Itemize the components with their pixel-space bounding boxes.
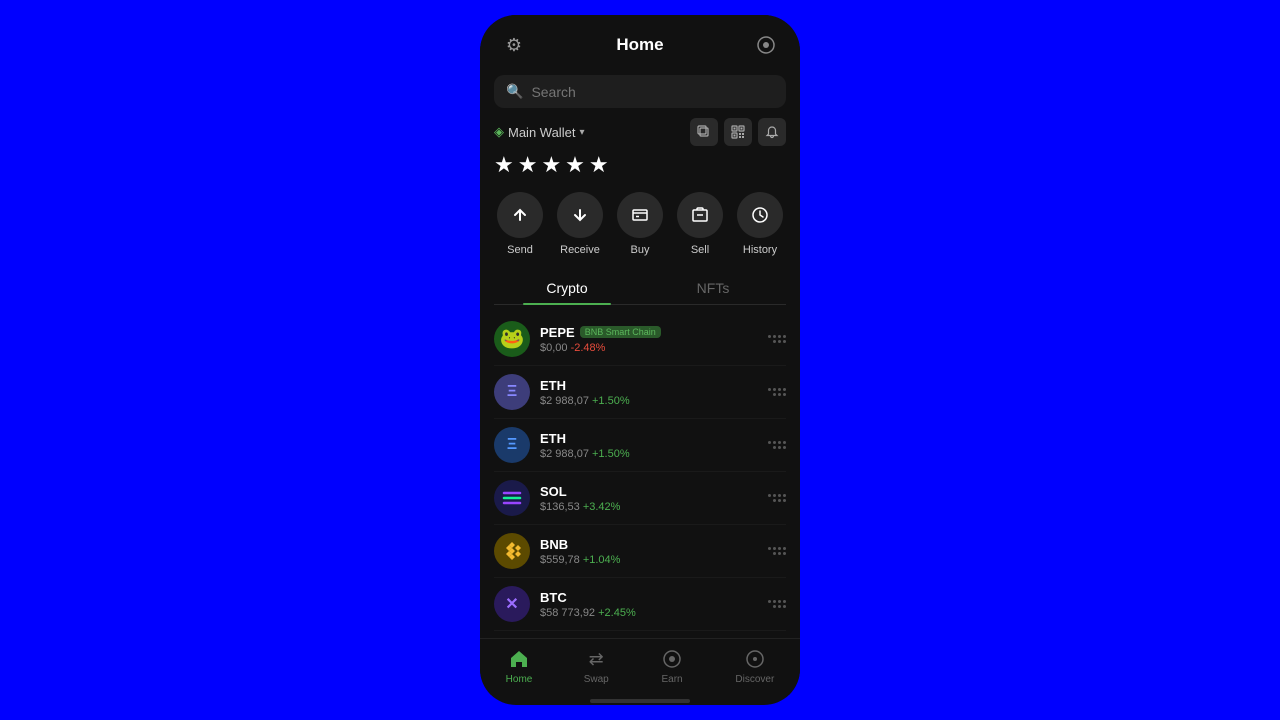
token-price-pepe: $0,00 -2.48% <box>540 342 758 354</box>
home-icon <box>507 647 531 671</box>
home-label: Home <box>506 674 533 685</box>
token-name-bnb: BNB <box>540 537 568 552</box>
token-info-pepe: PEPE BNB Smart Chain $0,00 -2.48% <box>540 325 758 354</box>
token-info-sol: SOL $136,53 +3.42% <box>540 484 758 513</box>
history-button[interactable]: History <box>737 192 783 256</box>
receive-button[interactable]: Receive <box>557 192 603 256</box>
wallet-icon: ◈ <box>494 124 504 140</box>
link-icon[interactable] <box>752 31 780 59</box>
receive-icon <box>557 192 603 238</box>
token-price-sol: $136,53 +3.42% <box>540 501 758 513</box>
earn-icon <box>660 647 684 671</box>
token-name-btc1: BTC <box>540 590 567 605</box>
nav-swap[interactable]: ⇄ Swap <box>584 647 609 685</box>
send-icon <box>497 192 543 238</box>
token-badge-pepe: BNB Smart Chain <box>580 326 661 338</box>
swap-icon: ⇄ <box>584 647 608 671</box>
token-logo-pepe: 🐸 <box>494 321 530 357</box>
bell-button[interactable] <box>758 118 786 146</box>
nav-earn[interactable]: Earn <box>660 647 684 685</box>
phone-app: ⚙ Home 🔍 ◈ Main Wallet ▾ <box>480 15 800 705</box>
earn-label: Earn <box>662 674 683 685</box>
page-title: Home <box>616 35 663 55</box>
token-logo-btc1: ✕ <box>494 586 530 622</box>
wallet-name[interactable]: ◈ Main Wallet ▾ <box>494 124 584 140</box>
search-input[interactable] <box>531 84 774 100</box>
token-menu-pepe[interactable] <box>768 335 786 343</box>
token-menu-eth1[interactable] <box>768 388 786 396</box>
token-name-eth1: ETH <box>540 378 566 393</box>
token-menu-bnb[interactable] <box>768 547 786 555</box>
sell-icon <box>677 192 723 238</box>
token-item-eth1[interactable]: Ξ ETH $2 988,07 +1.50% <box>494 366 786 419</box>
nav-home[interactable]: Home <box>506 647 533 685</box>
wallet-action-icons <box>690 118 786 146</box>
header: ⚙ Home <box>480 15 800 69</box>
search-icon: 🔍 <box>506 83 523 100</box>
wallet-row: ◈ Main Wallet ▾ <box>480 118 800 152</box>
token-list: 🐸 PEPE BNB Smart Chain $0,00 -2.48% Ξ <box>480 313 800 638</box>
token-price-bnb: $559,78 +1.04% <box>540 554 758 566</box>
bottom-navigation: Home ⇄ Swap Earn Discover <box>480 638 800 695</box>
token-logo-bnb <box>494 533 530 569</box>
asset-tabs: Crypto NFTs <box>494 272 786 305</box>
send-button[interactable]: Send <box>497 192 543 256</box>
token-info-btc1: BTC $58 773,92 +2.45% <box>540 590 758 619</box>
token-item-eth2[interactable]: Ξ ETH $2 988,07 +1.50% <box>494 419 786 472</box>
token-menu-sol[interactable] <box>768 494 786 502</box>
buy-button[interactable]: Buy <box>617 192 663 256</box>
token-item-bnb[interactable]: BNB $559,78 +1.04% <box>494 525 786 578</box>
balance-display: ★★★★★ <box>480 152 800 192</box>
token-item-pepe[interactable]: 🐸 PEPE BNB Smart Chain $0,00 -2.48% <box>494 313 786 366</box>
history-icon <box>737 192 783 238</box>
token-item-sol[interactable]: SOL $136,53 +3.42% <box>494 472 786 525</box>
home-indicator <box>590 699 690 703</box>
qr-button[interactable] <box>724 118 752 146</box>
chevron-down-icon: ▾ <box>579 127 584 138</box>
token-logo-eth2: Ξ <box>494 427 530 463</box>
token-name-pepe: PEPE <box>540 325 575 340</box>
token-menu-eth2[interactable] <box>768 441 786 449</box>
token-price-eth2: $2 988,07 +1.50% <box>540 448 758 460</box>
buy-icon <box>617 192 663 238</box>
token-price-eth1: $2 988,07 +1.50% <box>540 395 758 407</box>
token-info-eth2: ETH $2 988,07 +1.50% <box>540 431 758 460</box>
token-price-btc1: $58 773,92 +2.45% <box>540 607 758 619</box>
token-logo-sol <box>494 480 530 516</box>
copy-button[interactable] <box>690 118 718 146</box>
send-label: Send <box>507 244 533 256</box>
token-info-bnb: BNB $559,78 +1.04% <box>540 537 758 566</box>
settings-icon[interactable]: ⚙ <box>500 31 528 59</box>
token-info-eth1: ETH $2 988,07 +1.50% <box>540 378 758 407</box>
sell-label: Sell <box>691 244 709 256</box>
nav-discover[interactable]: Discover <box>735 647 774 685</box>
action-buttons: Send Receive Buy <box>480 192 800 272</box>
token-item-btc1[interactable]: ✕ BTC $58 773,92 +2.45% <box>494 578 786 631</box>
token-menu-btc1[interactable] <box>768 600 786 608</box>
history-label: History <box>743 244 777 256</box>
discover-label: Discover <box>735 674 774 685</box>
swap-label: Swap <box>584 674 609 685</box>
token-name-sol: SOL <box>540 484 567 499</box>
receive-label: Receive <box>560 244 600 256</box>
sell-button[interactable]: Sell <box>677 192 723 256</box>
buy-label: Buy <box>631 244 650 256</box>
tab-crypto[interactable]: Crypto <box>494 272 640 304</box>
token-name-eth2: ETH <box>540 431 566 446</box>
tab-nfts[interactable]: NFTs <box>640 272 786 304</box>
search-bar[interactable]: 🔍 <box>494 75 786 108</box>
discover-icon <box>743 647 767 671</box>
token-logo-eth1: Ξ <box>494 374 530 410</box>
token-item-btc2[interactable]: ₿ BTC $58 773,92 +2.45% <box>494 631 786 638</box>
